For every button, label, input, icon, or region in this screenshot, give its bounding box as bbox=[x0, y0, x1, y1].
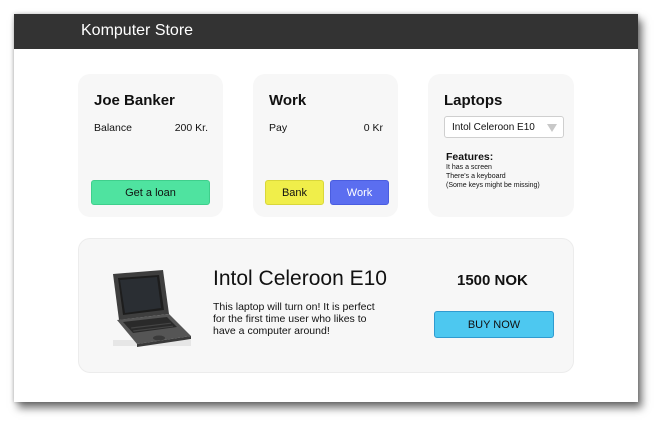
balance-value: 200 Kr. bbox=[174, 122, 208, 134]
bank-card: Joe Banker Balance 200 Kr. Get a loan bbox=[78, 74, 223, 217]
work-button[interactable]: Work bbox=[330, 180, 389, 205]
feature-item: It has a screen bbox=[446, 164, 492, 171]
feature-item: (Some keys might be missing) bbox=[446, 182, 540, 189]
laptop-select[interactable]: Intol Celeroon E10 bbox=[444, 116, 564, 138]
bank-button[interactable]: Bank bbox=[265, 180, 324, 205]
laptop-select-value: Intol Celeroon E10 bbox=[452, 122, 535, 133]
product-name: Intol Celeroon E10 bbox=[213, 267, 387, 290]
laptop-image bbox=[113, 270, 191, 347]
work-title: Work bbox=[269, 92, 307, 109]
app-window: Komputer Store Joe Banker Balance 200 Kr… bbox=[14, 14, 638, 402]
top-nav-bar: Komputer Store bbox=[14, 14, 638, 49]
get-loan-button[interactable]: Get a loan bbox=[91, 180, 210, 205]
balance-label: Balance bbox=[94, 122, 132, 134]
pay-value: 0 Kr bbox=[363, 122, 383, 134]
buy-now-button[interactable]: BUY NOW bbox=[434, 311, 554, 338]
laptops-title: Laptops bbox=[444, 92, 503, 109]
laptops-card: Laptops Intol Celeroon E10 Features: It … bbox=[428, 74, 574, 217]
bank-owner-name: Joe Banker bbox=[94, 92, 175, 109]
work-card: Work Pay 0 Kr Bank Work bbox=[253, 74, 398, 217]
product-price: 1500 NOK bbox=[457, 272, 528, 289]
product-panel: Intol Celeroon E10 This laptop will turn… bbox=[78, 238, 574, 373]
feature-item: There's a keyboard bbox=[446, 173, 506, 180]
app-title: Komputer Store bbox=[81, 22, 194, 39]
pay-label: Pay bbox=[269, 122, 288, 134]
product-description: This laptop will turn on! It is perfect … bbox=[213, 301, 375, 337]
features-title: Features: bbox=[446, 151, 494, 163]
chevron-down-icon bbox=[547, 124, 557, 132]
